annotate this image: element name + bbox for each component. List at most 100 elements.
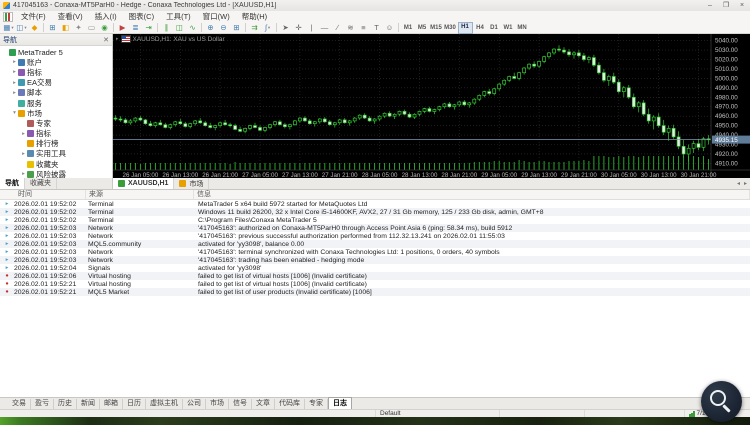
timeframe-h4-button[interactable]: H4 — [474, 23, 487, 33]
navigator-tab-active[interactable]: 导航 — [0, 178, 25, 189]
expander-icon[interactable]: ▸ — [11, 80, 18, 86]
menu-item-查看V[interactable]: 查看(V) — [52, 11, 89, 22]
close-icon[interactable]: ✕ — [103, 36, 109, 44]
expander-icon[interactable]: ▸ — [11, 59, 18, 65]
menu-item-工具T[interactable]: 工具(T) — [160, 11, 197, 22]
journal-column-time[interactable]: 时间 — [0, 190, 86, 199]
navigator-tab-inactive[interactable]: 收藏夹 — [25, 178, 57, 189]
journal-row[interactable]: ▸2026.02.01 19:52:02TerminalC:\Program F… — [0, 216, 750, 224]
channel-tool-button[interactable]: ≋ — [345, 23, 357, 33]
navigator-item-market-top-rated[interactable]: 排行榜 — [0, 139, 112, 149]
timeframe-h1-button[interactable]: H1 — [458, 22, 473, 34]
cursor-tool-button[interactable]: ➤ — [280, 23, 292, 33]
new-order-button[interactable]: ◆ — [29, 23, 41, 33]
toolbox-tab-历史[interactable]: 历史 — [54, 399, 77, 409]
crosshair-tool-button[interactable]: ✛ — [293, 23, 305, 33]
screen-magnifier-overlay[interactable] — [701, 381, 742, 422]
expander-icon[interactable]: ▾ — [11, 110, 18, 116]
journal-row[interactable]: ▸2026.02.01 19:52:02TerminalMetaTrader 5… — [0, 200, 750, 208]
chart-area[interactable]: ▸ XAUUSD,H1: XAU vs US Dollar 5040.00503… — [113, 34, 750, 178]
toolbox-tab-盈亏[interactable]: 盈亏 — [31, 399, 54, 409]
journal-row[interactable]: ▸2026.02.01 19:52:03Network'417045163': … — [0, 232, 750, 240]
journal-row[interactable]: ▸2026.02.01 19:52:04Signalsactivated for… — [0, 264, 750, 272]
strategy-tester-button[interactable]: ◉ — [99, 23, 111, 33]
journal-row[interactable]: ▸2026.02.01 19:52:03Network'417045163': … — [0, 224, 750, 232]
navigator-item-metatrader-logo[interactable]: MetaTrader 5 — [0, 47, 112, 57]
horizontal-line-tool-button[interactable]: — — [319, 23, 331, 33]
menu-item-图表C[interactable]: 图表(C) — [123, 11, 160, 22]
chart-shift-button[interactable]: ⇥ — [143, 23, 155, 33]
toolbox-tab-虚拟主机[interactable]: 虚拟主机 — [146, 399, 183, 409]
expander-icon[interactable]: ▸ — [11, 69, 18, 75]
line-mode-button[interactable]: ∿ — [187, 23, 199, 33]
timeframe-m5-button[interactable]: M5 — [416, 23, 429, 33]
toolbox-toggle-button[interactable]: ▭ — [86, 23, 98, 33]
toolbox-tab-日志[interactable]: 日志 — [328, 397, 352, 409]
depth-of-market-button[interactable]: ≣ — [130, 23, 142, 33]
toolbox-tab-市场[interactable]: 市场 — [206, 399, 229, 409]
status-profile[interactable]: Default — [376, 410, 500, 417]
journal-row[interactable]: ●2026.02.01 19:52:21MQL5 Marketfailed to… — [0, 288, 750, 296]
zoom-out-button[interactable]: ⊖ — [218, 23, 230, 33]
expander-icon[interactable]: ▸ — [20, 131, 27, 137]
arrows-tool-button[interactable]: ☺ — [384, 23, 396, 33]
chart-tab-XAUUSD-H1[interactable]: XAUUSD,H1 — [113, 178, 174, 189]
journal-row[interactable]: ▸2026.02.01 19:52:02TerminalWindows 11 b… — [0, 208, 750, 216]
text-tool-button[interactable]: T — [371, 23, 383, 33]
indicators-button[interactable]: ∫▾ — [262, 23, 274, 33]
algo-trading-button[interactable]: ▶ — [117, 23, 129, 33]
tab-scroll-left-icon[interactable]: ◂ — [737, 180, 740, 187]
chart-tab-市场[interactable]: 市场 — [174, 178, 209, 189]
navigator-item-market-experts[interactable]: 专家 — [0, 118, 112, 128]
toolbox-tab-新闻[interactable]: 新闻 — [77, 399, 100, 409]
minimize-button[interactable]: – — [702, 0, 718, 11]
journal-row[interactable]: ▸2026.02.01 19:52:03Network'417045163': … — [0, 248, 750, 256]
navigator-item-market-utilities[interactable]: ▸实用工具 — [0, 149, 112, 159]
menu-item-窗口W[interactable]: 窗口(W) — [197, 11, 236, 22]
journal-row[interactable]: ▸2026.02.01 19:52:03MQL5.communityactiva… — [0, 240, 750, 248]
journal-row[interactable]: ▸2026.02.01 19:52:03Network'417045163': … — [0, 256, 750, 264]
toolbox-tab-文章[interactable]: 文章 — [252, 399, 275, 409]
chart-profiles-button[interactable]: ◫▾ — [16, 23, 28, 33]
bars-mode-button[interactable]: ∥ — [161, 23, 173, 33]
trendline-tool-button[interactable]: ∕ — [332, 23, 344, 33]
toolbox-tab-专家[interactable]: 专家 — [305, 399, 328, 409]
vertical-line-tool-button[interactable]: | — [306, 23, 318, 33]
grid-toggle-button[interactable]: ⊞ — [231, 23, 243, 33]
candlestick-chart[interactable]: 5040.005030.005020.005010.005000.004990.… — [113, 34, 750, 178]
toolbox-tab-公司[interactable]: 公司 — [183, 399, 206, 409]
close-button[interactable]: × — [734, 0, 750, 11]
journal-row[interactable]: ●2026.02.01 19:52:06Virtual hostingfaile… — [0, 272, 750, 280]
zoom-in-button[interactable]: ⊕ — [205, 23, 217, 33]
menu-item-帮助H[interactable]: 帮助(H) — [236, 11, 273, 22]
navigator-item-indicators[interactable]: ▸指标 — [0, 67, 112, 77]
toolbox-tab-代码库[interactable]: 代码库 — [275, 399, 305, 409]
menu-item-文件F[interactable]: 文件(F) — [15, 11, 52, 22]
maximize-button[interactable]: ❐ — [718, 0, 734, 11]
navigator-item-market-favorites[interactable]: 收藏夹 — [0, 159, 112, 169]
journal-row[interactable]: ●2026.02.01 19:52:21Virtual hostingfaile… — [0, 280, 750, 288]
timeframe-m1-button[interactable]: M1 — [402, 23, 415, 33]
chart-menu-icon[interactable] — [3, 12, 13, 22]
navigator-item-market-risk[interactable]: ▸风险披露 — [0, 169, 112, 178]
navigator-item-market[interactable]: ▾市场 — [0, 108, 112, 118]
toolbox-tab-日历[interactable]: 日历 — [123, 399, 146, 409]
toolbox-tab-邮箱[interactable]: 邮箱 — [100, 399, 123, 409]
timeframe-m15-button[interactable]: M15 — [430, 23, 443, 33]
menu-item-插入I[interactable]: 插入(I) — [89, 11, 123, 22]
navigator-item-expert-advisors[interactable]: ▸EA交易 — [0, 78, 112, 88]
expander-icon[interactable]: ▸ — [11, 90, 18, 96]
journal-column-source[interactable]: 来源 — [86, 190, 194, 199]
timeframe-mn-button[interactable]: MN — [516, 23, 529, 33]
market-watch-button[interactable]: ⊞ — [47, 23, 59, 33]
tab-scroll-right-icon[interactable]: ▸ — [744, 180, 747, 187]
new-chart-button[interactable]: ▦▾ — [3, 23, 15, 33]
navigator-toggle-button[interactable]: ✦ — [73, 23, 85, 33]
toolbox-tab-信号[interactable]: 信号 — [229, 399, 252, 409]
navigator-item-market-indicators[interactable]: ▸指标 — [0, 129, 112, 139]
journal-column-message[interactable]: 信息 — [194, 190, 750, 199]
timeframe-w1-button[interactable]: W1 — [502, 23, 515, 33]
expander-icon[interactable]: ▸ — [20, 151, 27, 157]
navigator-item-scripts[interactable]: ▸脚本 — [0, 88, 112, 98]
navigator-item-services[interactable]: 服务 — [0, 98, 112, 108]
